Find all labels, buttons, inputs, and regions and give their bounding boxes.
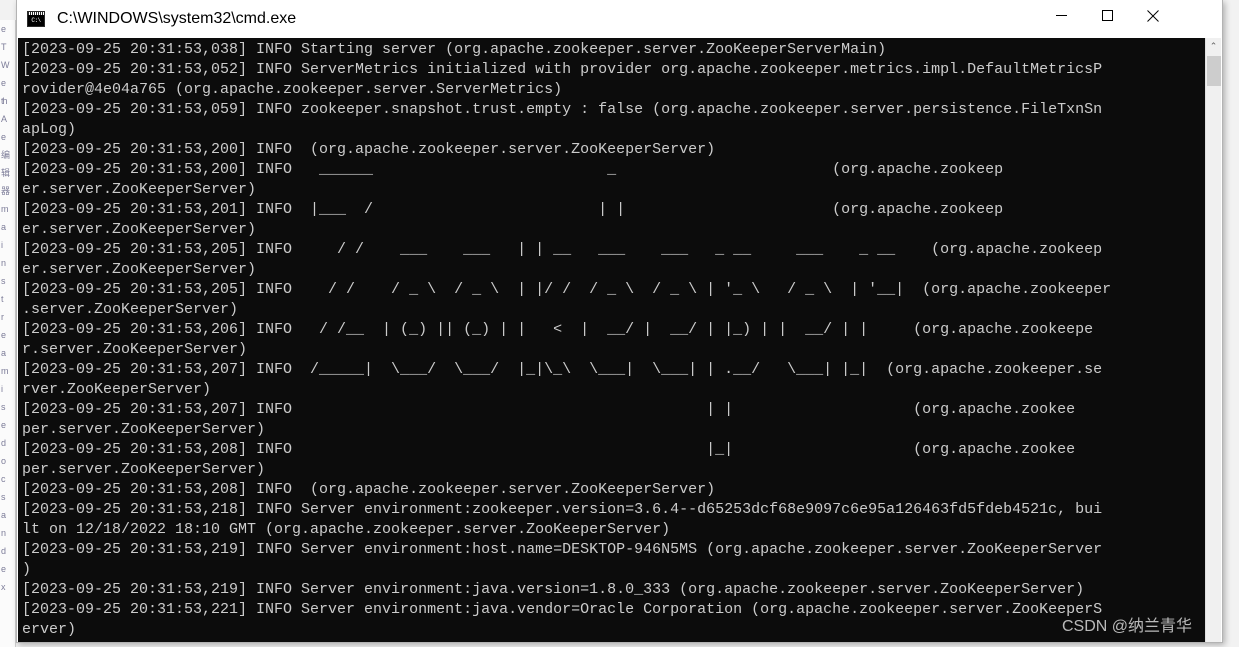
terminal-line: [2023-09-25 20:31:53,201] INFO |___ / | … [22,201,1004,218]
terminal-line: er.server.ZooKeeperServer) [22,221,257,238]
terminal-output[interactable]: [2023-09-25 20:31:53,038] INFO Starting … [18,38,1207,642]
background-edge-char: 器 [1,186,10,196]
terminal-line: rovider@4e04a765 (org.apache.zookeeper.s… [22,81,563,98]
title-bar[interactable]: C:\WINDOWS\system32\cmd.exe [17,0,1222,39]
background-edge-char: o [1,456,6,466]
terminal-line: lt on 12/18/2022 18:10 GMT (org.apache.z… [22,521,671,538]
background-edge-char: e [1,564,6,574]
terminal-line: [2023-09-25 20:31:53,218] INFO Server en… [22,501,1103,518]
background-window-edge: e T We th Ae 编辑器 m a i n s t r e a m i s e d o c s a n d e x [0,20,16,647]
cmd-exe-window: C:\WINDOWS\system32\cmd.exe [2023-09-25 … [16,0,1223,643]
background-edge-char: e [1,420,6,430]
close-icon [1147,9,1159,22]
terminal-line: rver.ZooKeeperServer) [22,381,212,398]
background-edge-char: r [1,312,4,322]
terminal-line: [2023-09-25 20:31:53,219] INFO Server en… [22,581,1085,598]
terminal-line: ) [22,561,32,578]
background-edge-char: d [1,546,6,556]
terminal-line: er.server.ZooKeeperServer) [22,181,257,198]
terminal-line: [2023-09-25 20:31:53,200] INFO (org.apac… [22,141,716,158]
terminal-line: [2023-09-25 20:31:53,052] INFO ServerMet… [22,61,1103,78]
terminal-line: r.server.ZooKeeperServer) [22,341,248,358]
background-edge-char: m [1,204,9,214]
cmd-icon [27,11,45,27]
terminal-line: [2023-09-25 20:31:53,205] INFO / / ___ _… [22,241,1103,258]
background-edge-char: e [1,132,6,142]
background-edge-char: T [1,42,7,52]
background-edge-char: e [1,24,6,34]
terminal-line: [2023-09-25 20:31:53,207] INFO | | (org.… [22,401,1076,418]
terminal-line: [2023-09-25 20:31:53,221] INFO Server en… [22,601,1103,618]
terminal-line: [2023-09-25 20:31:53,038] INFO Starting … [22,41,887,58]
background-edge-char: a [1,510,6,520]
minimize-icon [1055,15,1067,16]
maximize-icon [1101,10,1113,21]
terminal-line: [2023-09-25 20:31:53,205] INFO / / / _ \… [22,281,1112,298]
terminal-scrollbar[interactable]: ⌃ [1205,38,1221,642]
close-button[interactable] [1130,0,1176,31]
minimize-button[interactable] [1038,0,1084,31]
background-edge-char: W [1,60,10,70]
background-edge-char: d [1,438,6,448]
terminal-line: [2023-09-25 20:31:53,219] INFO Server en… [22,541,1103,558]
terminal-line: erver) [22,621,77,638]
terminal-line: [2023-09-25 20:31:53,200] INFO ______ _ … [22,161,1004,178]
scroll-up-arrow-icon[interactable]: ⌃ [1206,38,1221,55]
background-edge-char: i [1,384,3,394]
background-edge-char: a [1,222,6,232]
background-edge-char: A [1,114,7,124]
scrollbar-thumb[interactable] [1207,56,1221,86]
background-edge-char: t [1,294,4,304]
background-edge-char: s [1,492,6,502]
background-edge-char: i [1,240,3,250]
terminal-line: [2023-09-25 20:31:53,059] INFO zookeeper… [22,101,1103,118]
background-edge-char: a [1,348,6,358]
background-edge-char: 辑 [1,168,10,178]
terminal-line: [2023-09-25 20:31:53,206] INFO / /__ | (… [22,321,1094,338]
background-edge-char: m [1,366,9,376]
terminal-line: .server.ZooKeeperServer) [22,301,239,318]
background-edge-char: n [1,258,6,268]
background-edge-char: c [1,474,6,484]
terminal-line: [2023-09-25 20:31:53,208] INFO |_| (org.… [22,441,1076,458]
terminal-line: er.server.ZooKeeperServer) [22,261,257,278]
window-title: C:\WINDOWS\system32\cmd.exe [57,10,297,27]
background-edge-char: e [1,330,6,340]
terminal-line: apLog) [22,121,77,138]
background-edge-char: th [1,96,8,106]
background-edge-char: 编 [1,150,10,160]
background-edge-char: n [1,528,6,538]
background-edge-char: s [1,402,6,412]
terminal-line: per.server.ZooKeeperServer) [22,461,266,478]
background-edge-char: x [1,582,6,592]
terminal-line: [2023-09-25 20:31:53,207] INFO /_____| \… [22,361,1103,378]
background-edge-char: e [1,78,6,88]
terminal-line: per.server.ZooKeeperServer) [22,421,266,438]
maximize-button[interactable] [1084,0,1130,31]
terminal-line: [2023-09-25 20:31:53,208] INFO (org.apac… [22,481,716,498]
background-edge-char: s [1,276,6,286]
